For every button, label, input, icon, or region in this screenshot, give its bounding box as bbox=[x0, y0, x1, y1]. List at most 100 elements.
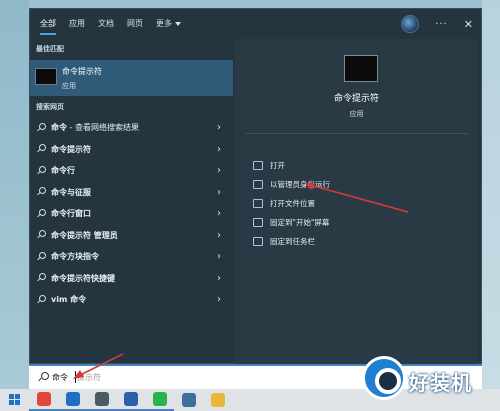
taskbar-app[interactable] bbox=[203, 389, 232, 411]
best-match-label: 最佳匹配 bbox=[36, 45, 64, 53]
action-icon bbox=[253, 161, 263, 170]
search-icon bbox=[36, 187, 46, 197]
web-result-item[interactable]: 命令行 › bbox=[30, 160, 233, 182]
search-icon bbox=[36, 208, 46, 219]
web-result-item[interactable]: 命令行窗口 › bbox=[30, 203, 233, 225]
search-icon bbox=[36, 294, 46, 305]
search-icon bbox=[36, 251, 46, 262]
web-result-query: 命令提示符 管理员 bbox=[51, 230, 118, 240]
command-prompt-large-icon bbox=[344, 55, 378, 82]
taskbar-app[interactable] bbox=[145, 389, 174, 411]
web-result-query: vim 命令 bbox=[51, 295, 87, 305]
outlook-icon bbox=[65, 392, 80, 406]
calculator-icon bbox=[94, 392, 109, 406]
search-icon bbox=[37, 372, 49, 383]
chevron-right-icon[interactable]: › bbox=[217, 122, 221, 133]
pin-to-start-action[interactable]: 固定到"开始"屏幕 bbox=[253, 213, 330, 232]
chevron-right-icon[interactable]: › bbox=[217, 273, 221, 284]
chevron-right-icon[interactable]: › bbox=[217, 165, 221, 176]
action-icon bbox=[253, 237, 263, 246]
watermark-logo: 好装机 bbox=[362, 356, 500, 406]
chevron-right-icon[interactable]: › bbox=[217, 294, 221, 305]
web-result-item[interactable]: 命令提示符 › bbox=[30, 139, 233, 161]
chevron-right-icon[interactable]: › bbox=[217, 230, 221, 241]
tab-more-label: 更多 bbox=[156, 19, 172, 28]
windows-logo-icon bbox=[8, 394, 21, 406]
action-list: 打开以管理员身份运行打开文件位置固定到"开始"屏幕 固定到任务栏 bbox=[253, 156, 330, 251]
tab-all[interactable]: 全部 bbox=[40, 9, 56, 39]
web-result-label: vim 命令 bbox=[51, 294, 86, 305]
chevron-right-icon[interactable]: › bbox=[217, 251, 221, 262]
action-label: 固定到"开始"屏幕 bbox=[270, 218, 330, 227]
web-result-item[interactable]: 命令提示符 管理员 › bbox=[30, 225, 233, 247]
chevron-right-icon[interactable]: › bbox=[217, 208, 221, 219]
web-result-label: 命令提示符快捷键 bbox=[51, 273, 115, 284]
preview-subtitle: 应用 bbox=[349, 110, 364, 118]
open-file-location-action[interactable]: 打开文件位置 bbox=[253, 194, 330, 213]
best-match-item[interactable]: 命令提示符 应用 bbox=[30, 60, 233, 96]
web-result-query: 命令提示符快捷键 bbox=[51, 273, 115, 283]
chevron-down-icon bbox=[175, 21, 181, 26]
network-icon bbox=[181, 393, 196, 407]
web-result-label: 命令行 bbox=[51, 165, 75, 176]
taskbar-apps bbox=[29, 389, 232, 411]
chevron-right-icon[interactable]: › bbox=[217, 187, 221, 198]
action-icon bbox=[253, 180, 263, 189]
web-result-item[interactable]: 命令与征服 › bbox=[30, 182, 233, 204]
word-icon bbox=[123, 392, 138, 406]
web-result-suffix: - 查看网络搜索结果 bbox=[67, 123, 139, 133]
search-icon bbox=[36, 144, 46, 154]
header-actions: ··· ✕ bbox=[401, 9, 473, 39]
close-icon[interactable]: ✕ bbox=[464, 18, 473, 31]
web-result-label: 命令与征服 bbox=[51, 187, 91, 198]
taskbar-app[interactable] bbox=[116, 389, 145, 411]
search-icon bbox=[36, 273, 46, 283]
pin-to-taskbar-action[interactable]: 固定到任务栏 bbox=[253, 232, 330, 251]
web-result-label: 命令行窗口 bbox=[51, 208, 91, 219]
watermark-badge-icon bbox=[362, 356, 406, 400]
search-icon bbox=[36, 230, 46, 240]
taskbar-app[interactable] bbox=[174, 389, 203, 411]
tab-documents[interactable]: 文档 bbox=[98, 9, 114, 39]
best-match-subtitle: 应用 bbox=[62, 82, 76, 90]
web-result-item[interactable]: 命令方块指令 › bbox=[30, 246, 233, 268]
taskbar-app[interactable] bbox=[29, 389, 58, 411]
search-input-value[interactable]: 命令 bbox=[52, 372, 68, 383]
web-result-query: 命令方块指令 bbox=[51, 252, 99, 262]
search-suggestion: 提示符 bbox=[77, 373, 101, 382]
web-results-list: 命令 - 查看网络搜索结果 › 命令提示符 › 命令行 › 命令与征服 › 命令行窗口 › 命令提示… bbox=[30, 117, 233, 311]
filter-tabs: 全部 应用 文档 网页 更多 ··· ✕ bbox=[30, 9, 481, 39]
action-icon bbox=[253, 218, 263, 227]
web-result-item[interactable]: 命令 - 查看网络搜索结果 › bbox=[30, 117, 233, 139]
desktop-background-right bbox=[482, 0, 500, 390]
web-result-item[interactable]: vim 命令 › bbox=[30, 289, 233, 311]
open-action[interactable]: 打开 bbox=[253, 156, 330, 175]
web-result-label: 命令 - 查看网络搜索结果 bbox=[51, 122, 139, 133]
action-label: 以管理员身份运行 bbox=[270, 180, 330, 189]
run-as-admin-action[interactable]: 以管理员身份运行 bbox=[253, 175, 330, 194]
avatar[interactable] bbox=[401, 15, 420, 33]
search-icon bbox=[36, 122, 46, 133]
action-label: 固定到任务栏 bbox=[270, 237, 315, 246]
tab-apps[interactable]: 应用 bbox=[69, 9, 85, 39]
taskbar-app[interactable] bbox=[58, 389, 87, 411]
web-section-label: 搜索网页 bbox=[36, 103, 64, 111]
taskbar-app[interactable] bbox=[87, 389, 116, 411]
tab-more[interactable]: 更多 bbox=[156, 9, 181, 39]
text-caret bbox=[75, 371, 76, 383]
action-icon bbox=[253, 199, 263, 208]
web-result-query: 命令行窗口 bbox=[51, 209, 91, 219]
web-result-label: 命令方块指令 bbox=[51, 251, 99, 262]
chevron-right-icon[interactable]: › bbox=[217, 144, 221, 155]
web-result-query: 命令与征服 bbox=[51, 187, 91, 197]
web-result-label: 命令提示符 管理员 bbox=[51, 230, 118, 241]
command-prompt-icon bbox=[35, 68, 57, 85]
more-options-icon[interactable]: ··· bbox=[435, 19, 448, 30]
start-button[interactable] bbox=[0, 389, 29, 411]
wechat-icon bbox=[152, 392, 167, 406]
file-explorer-icon bbox=[210, 393, 225, 407]
tab-web[interactable]: 网页 bbox=[127, 9, 143, 39]
web-result-item[interactable]: 命令提示符快捷键 › bbox=[30, 268, 233, 290]
web-result-query: 命令 bbox=[51, 123, 67, 133]
watermark-text: 好装机 bbox=[409, 371, 472, 395]
